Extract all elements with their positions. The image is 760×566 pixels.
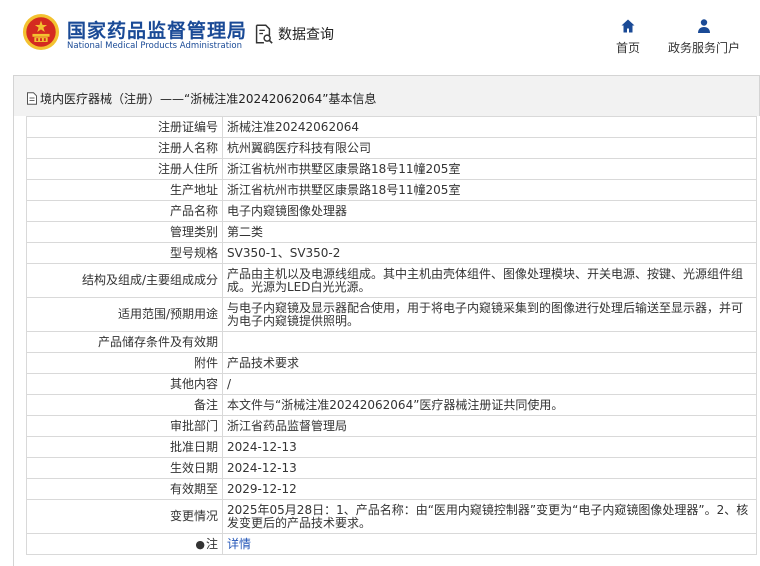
nav-service-portal[interactable]: 政务服务门户 xyxy=(666,18,742,56)
breadcrumb-current: “浙械注准20242062064”基本信息 xyxy=(184,92,377,106)
site-subtitle: National Medical Products Administration xyxy=(67,41,242,51)
national-emblem-icon xyxy=(22,13,60,51)
field-label: 适用范围/预期用途 xyxy=(26,297,223,332)
nav-service-label: 政务服务门户 xyxy=(667,41,740,55)
site-title: 国家药品监督管理局 xyxy=(67,20,248,42)
table-row: 备注 本文件与“浙械注准20242062064”医疗器械注册证共同使用。 xyxy=(26,394,757,416)
field-label: 型号规格 xyxy=(26,242,223,264)
field-value: 浙江省杭州市拱墅区康景路18号11幢205室 xyxy=(222,158,757,180)
field-label: 注册人住所 xyxy=(26,158,223,180)
field-label: 审批部门 xyxy=(26,415,223,437)
field-value: 本文件与“浙械注准20242062064”医疗器械注册证共同使用。 xyxy=(222,394,757,416)
detail-link[interactable]: 详情 xyxy=(227,537,251,551)
note-label-cell: ●注 xyxy=(26,533,223,555)
field-label: 结构及组成/主要组成成分 xyxy=(26,263,223,298)
pin-icon: ● xyxy=(195,537,205,551)
breadcrumb: 境内医疗器械（注册） —— “浙械注准20242062064”基本信息 xyxy=(26,90,376,107)
user-icon xyxy=(698,19,710,33)
record-table: 注册证编号 浙械注准20242062064 注册人名称 杭州翼鹞医疗科技有限公司… xyxy=(26,116,757,555)
field-value: SV350-1、SV350-2 xyxy=(222,242,757,264)
table-row: 附件 产品技术要求 xyxy=(26,352,757,374)
field-value: 2024-12-13 xyxy=(222,457,757,479)
field-label: 产品名称 xyxy=(26,200,223,222)
field-value: / xyxy=(222,373,757,395)
field-value: 杭州翼鹞医疗科技有限公司 xyxy=(222,137,757,159)
field-value: 2029-12-12 xyxy=(222,478,757,500)
field-label: 注册证编号 xyxy=(26,116,223,138)
field-value: 产品由主机以及电源线组成。其中主机由壳体组件、图像处理模块、开关电源、按键、光源… xyxy=(222,263,757,298)
table-row: 生产地址 浙江省杭州市拱墅区康景路18号11幢205室 xyxy=(26,179,757,201)
field-label: 备注 xyxy=(26,394,223,416)
table-row: 型号规格 SV350-1、SV350-2 xyxy=(26,242,757,264)
field-value: 与电子内窥镜及显示器配合使用，用于将电子内窥镜采集到的图像进行处理后输送至显示器… xyxy=(222,297,757,332)
home-icon xyxy=(621,19,635,33)
field-value xyxy=(222,331,757,353)
table-row: 注册人住所 浙江省杭州市拱墅区康景路18号11幢205室 xyxy=(26,158,757,180)
field-value: 2024-12-13 xyxy=(222,436,757,458)
data-query-label: 数据查询 xyxy=(278,27,334,43)
table-row: ●注 详情 xyxy=(26,533,757,555)
field-label: 附件 xyxy=(26,352,223,374)
table-row: 注册人名称 杭州翼鹞医疗科技有限公司 xyxy=(26,137,757,159)
nav-home[interactable]: 首页 xyxy=(612,18,644,56)
field-label: 有效期至 xyxy=(26,478,223,500)
table-row: 其他内容 / xyxy=(26,373,757,395)
table-row: 管理类别 第二类 xyxy=(26,221,757,243)
breadcrumb-category[interactable]: 境内医疗器械（注册） xyxy=(40,90,160,107)
table-row: 适用范围/预期用途 与电子内窥镜及显示器配合使用，用于将电子内窥镜采集到的图像进… xyxy=(26,297,757,332)
field-value: 浙江省药品监督管理局 xyxy=(222,415,757,437)
table-row: 生效日期 2024-12-13 xyxy=(26,457,757,479)
nav-home-label: 首页 xyxy=(615,41,640,55)
data-query-link[interactable]: 数据查询 xyxy=(252,22,334,46)
field-label: 其他内容 xyxy=(26,373,223,395)
field-label: 变更情况 xyxy=(26,499,223,534)
field-label: 生产地址 xyxy=(26,179,223,201)
table-row: 审批部门 浙江省药品监督管理局 xyxy=(26,415,757,437)
field-value: 浙江省杭州市拱墅区康景路18号11幢205室 xyxy=(222,179,757,201)
record-panel: 注册证编号 浙械注准20242062064 注册人名称 杭州翼鹞医疗科技有限公司… xyxy=(13,116,760,566)
table-row: 变更情况 2025年05月28日：1、产品名称：由“医用内窥镜控制器”变更为“电… xyxy=(26,499,757,534)
table-row: 产品储存条件及有效期 xyxy=(26,331,757,353)
table-row: 结构及组成/主要组成成分 产品由主机以及电源线组成。其中主机由壳体组件、图像处理… xyxy=(26,263,757,298)
field-value: 浙械注准20242062064 xyxy=(222,116,757,138)
field-label: 产品储存条件及有效期 xyxy=(26,331,223,353)
table-row: 有效期至 2029-12-12 xyxy=(26,478,757,500)
field-label: 生效日期 xyxy=(26,457,223,479)
table-row: 批准日期 2024-12-13 xyxy=(26,436,757,458)
detail-cell: 详情 xyxy=(222,533,757,555)
breadcrumb-bar: 境内医疗器械（注册） —— “浙械注准20242062064”基本信息 xyxy=(13,75,760,116)
table-row: 注册证编号 浙械注准20242062064 xyxy=(26,116,757,138)
field-value: 电子内窥镜图像处理器 xyxy=(222,200,757,222)
field-value: 产品技术要求 xyxy=(222,352,757,374)
note-label: 注 xyxy=(205,536,218,551)
document-icon xyxy=(27,92,37,105)
site-header: 国家药品监督管理局 National Medical Products Admi… xyxy=(0,0,760,70)
document-search-icon xyxy=(255,24,273,44)
field-label: 批准日期 xyxy=(26,436,223,458)
field-label: 管理类别 xyxy=(26,221,223,243)
field-label: 注册人名称 xyxy=(26,137,223,159)
field-value: 2025年05月28日：1、产品名称：由“医用内窥镜控制器”变更为“电子内窥镜图… xyxy=(222,499,757,534)
field-value: 第二类 xyxy=(222,221,757,243)
breadcrumb-separator: —— xyxy=(160,91,185,106)
table-row: 产品名称 电子内窥镜图像处理器 xyxy=(26,200,757,222)
